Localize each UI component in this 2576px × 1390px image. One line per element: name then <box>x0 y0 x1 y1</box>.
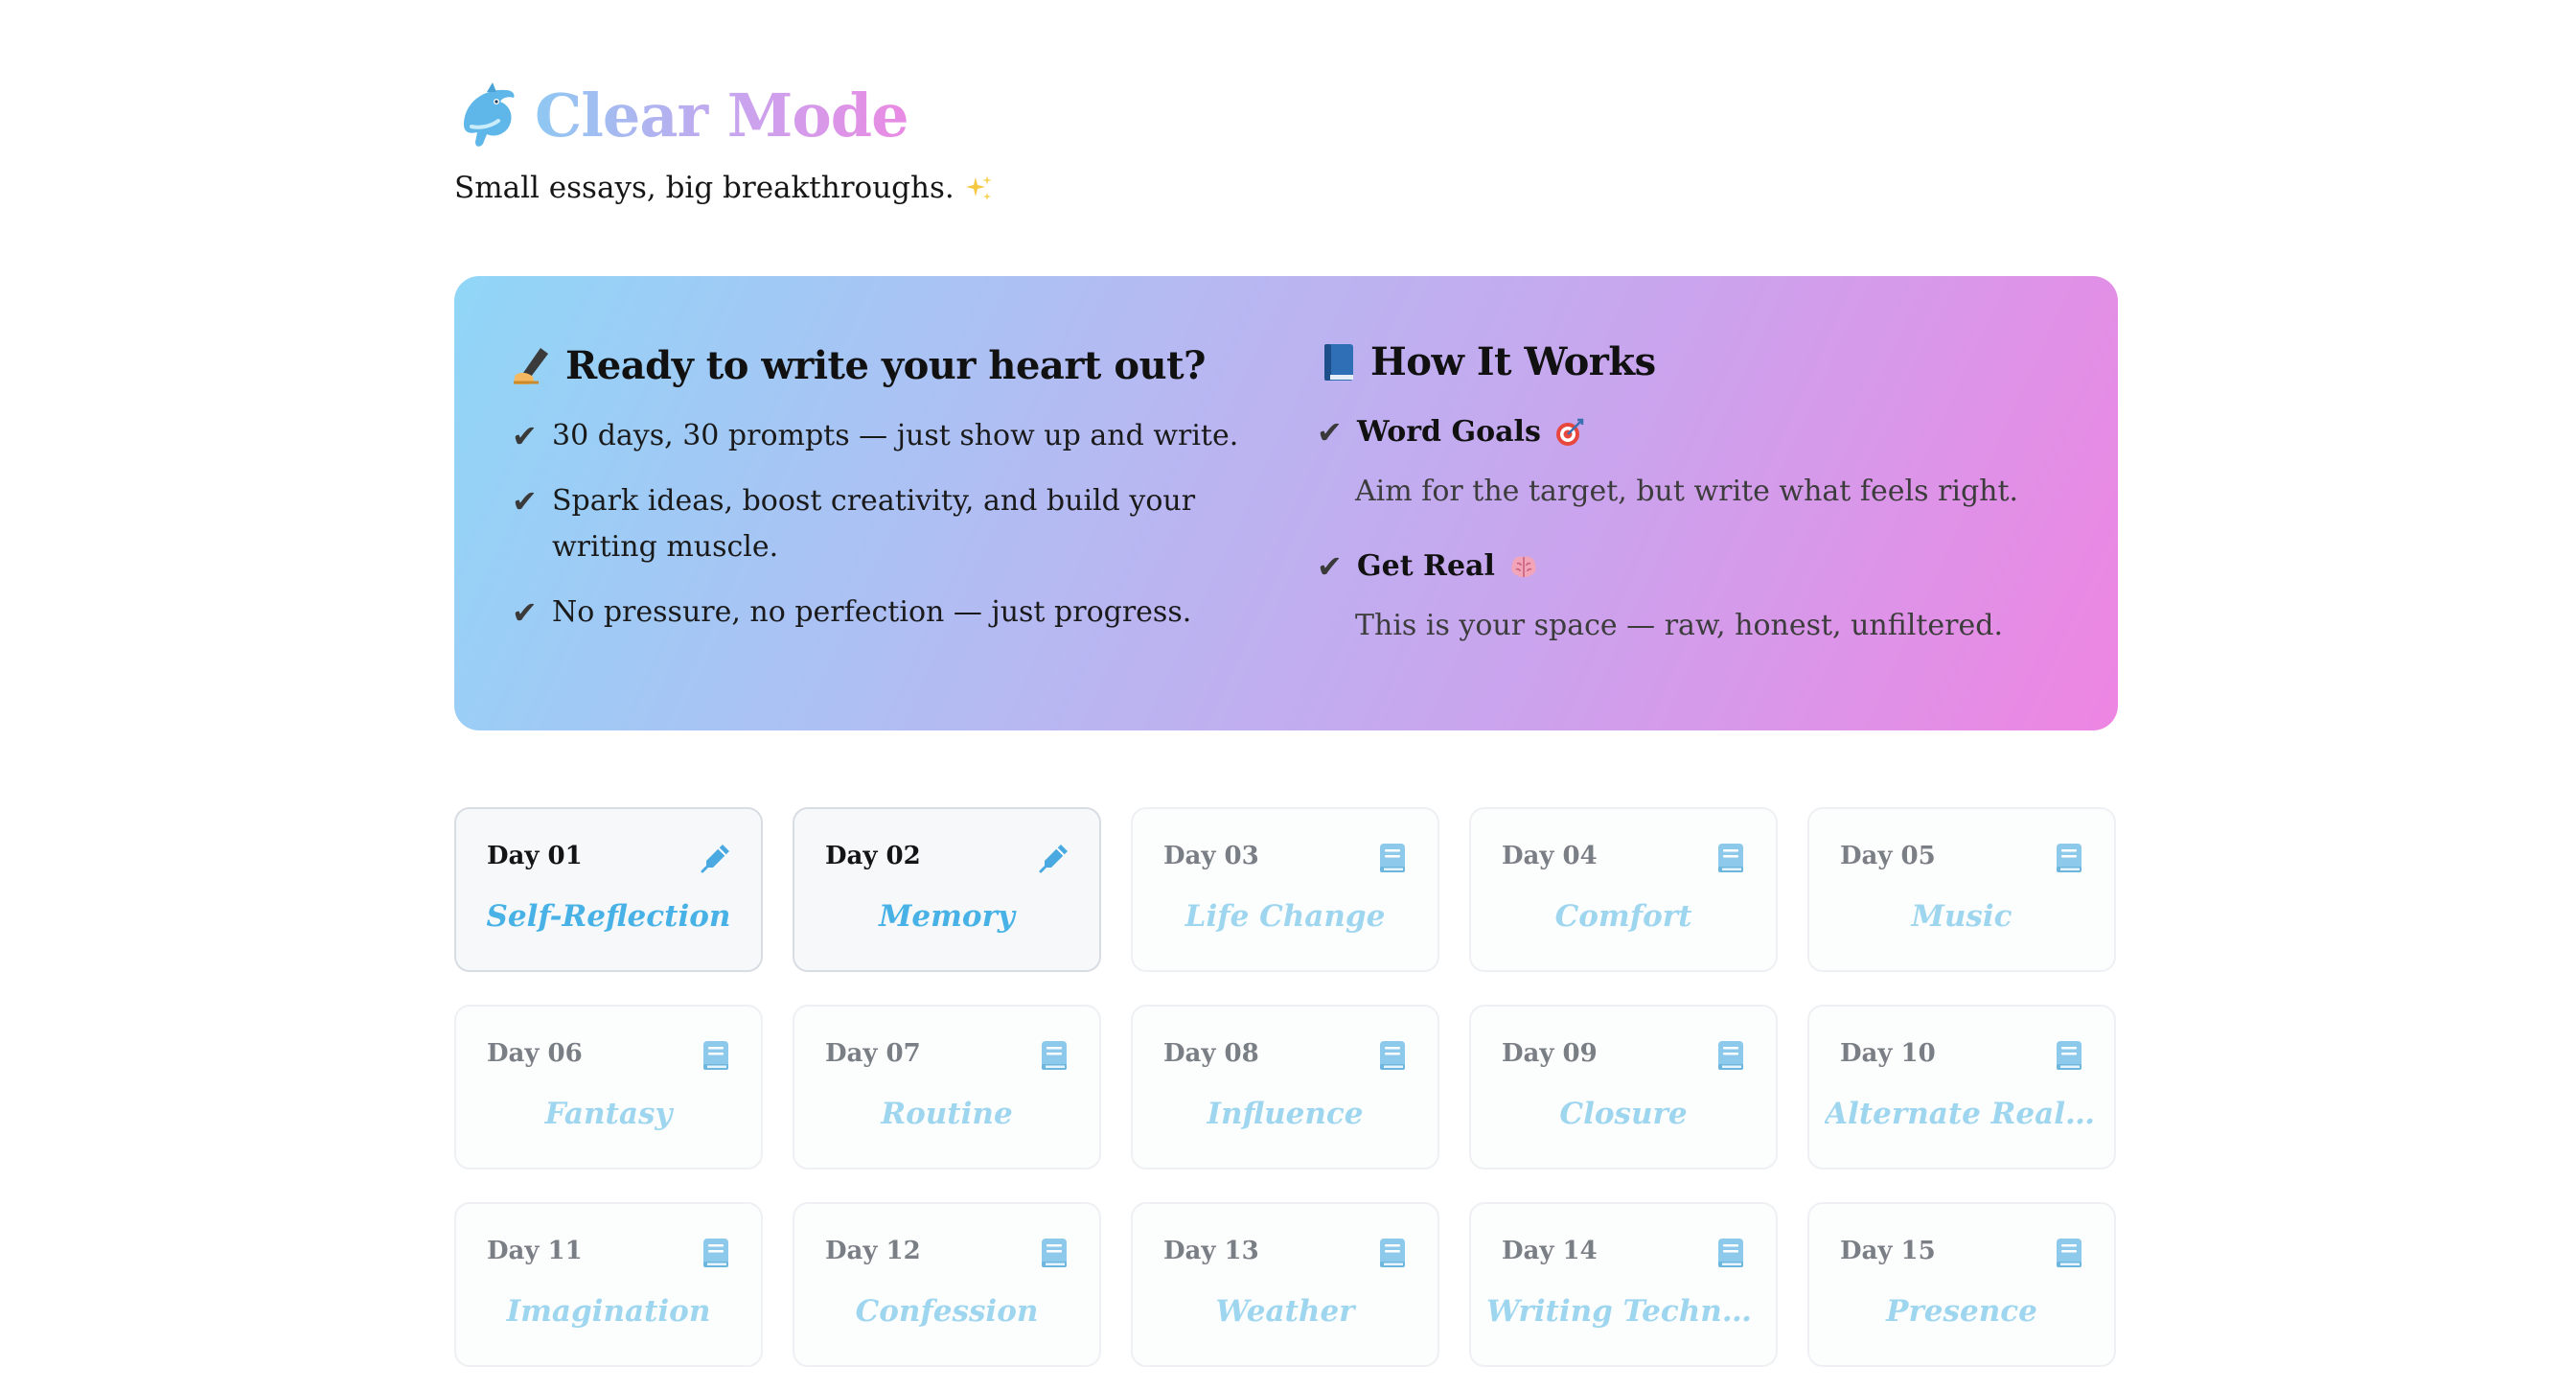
check-icon: ✔ <box>512 418 538 454</box>
day-label: Day 04 <box>1502 842 1598 870</box>
how-item-title: ✔ Word Goals <box>1317 409 2064 455</box>
day-label: Day 15 <box>1840 1237 1936 1265</box>
day-card[interactable]: Day 05 Music <box>1807 807 2116 972</box>
day-card[interactable]: Day 01 Self-Reflection <box>454 807 763 972</box>
day-topic: Weather <box>1215 1294 1355 1329</box>
day-label: Day 05 <box>1840 842 1936 870</box>
how-title: How It Works <box>1370 339 1656 384</box>
intro-item: ✔ No pressure, no perfection — just prog… <box>512 590 1259 636</box>
intro-item: ✔ 30 days, 30 prompts — just show up and… <box>512 413 1259 459</box>
brain-icon <box>1511 556 1536 578</box>
intro-column: Ready to write your heart out? ✔ 30 days… <box>512 343 1259 655</box>
book-icon <box>1714 842 1747 874</box>
day-label: Day 14 <box>1502 1237 1598 1265</box>
day-topic: Confession <box>855 1294 1039 1329</box>
subtitle: Small essays, big breakthroughs. <box>454 171 993 205</box>
day-topic: Closure <box>1559 1097 1688 1131</box>
book-icon <box>1714 1237 1747 1269</box>
book-icon <box>700 1237 732 1269</box>
book-icon <box>1038 1039 1070 1072</box>
book-icon <box>1376 842 1409 874</box>
day-card[interactable]: Day 10 Alternate Reality <box>1807 1005 2116 1170</box>
dolphin-icon <box>464 82 515 147</box>
how-item-desc: Aim for the target, but write what feels… <box>1355 475 2019 508</box>
day-label: Day 03 <box>1163 842 1259 870</box>
target-icon <box>1555 418 1584 446</box>
intro-item-text: 30 days, 30 prompts — just show up and w… <box>552 419 1239 452</box>
intro-item-text: No pressure, no perfection — just progre… <box>552 595 1192 629</box>
book-icon <box>2053 1237 2085 1269</box>
day-card[interactable]: Day 09 Closure <box>1469 1005 1778 1170</box>
subtitle-text: Small essays, big breakthroughs. <box>454 171 954 205</box>
book-icon <box>1038 1237 1070 1269</box>
intro-item-text: Spark ideas, boost creativity, and build… <box>552 484 1196 564</box>
day-card[interactable]: Day 15 Presence <box>1807 1202 2116 1367</box>
day-card[interactable]: Day 07 Routine <box>793 1005 1101 1170</box>
book-icon <box>700 1039 732 1072</box>
day-topic: Routine <box>881 1097 1013 1131</box>
day-label: Day 07 <box>825 1039 921 1068</box>
page: Clear Mode Small essays, big breakthroug… <box>0 0 2576 1390</box>
day-card[interactable]: Day 13 Weather <box>1131 1202 1439 1367</box>
book-icon <box>1376 1039 1409 1072</box>
day-card[interactable]: Day 04 Comfort <box>1469 807 1778 972</box>
check-icon: ✔ <box>512 594 538 631</box>
day-grid: Day 01 Self-Reflection Day 02 Memory Day 03 L… <box>454 807 2118 1367</box>
how-item-label: Word Goals <box>1357 415 1541 449</box>
day-topic: Memory <box>879 899 1015 934</box>
day-label: Day 09 <box>1502 1039 1598 1068</box>
day-label: Day 11 <box>487 1237 583 1265</box>
day-topic: Fantasy <box>544 1097 673 1131</box>
day-card[interactable]: Day 11 Imagination <box>454 1202 763 1367</box>
intro-title: Ready to write your heart out? <box>565 343 1207 388</box>
intro-heading: Ready to write your heart out? <box>512 343 1259 388</box>
sparkles-icon <box>965 175 992 200</box>
header: Clear Mode Small essays, big breakthroug… <box>454 81 993 205</box>
day-card[interactable]: Day 06 Fantasy <box>454 1005 763 1170</box>
check-icon: ✔ <box>512 483 538 520</box>
day-topic: Influence <box>1207 1097 1364 1131</box>
day-label: Day 02 <box>825 842 921 870</box>
title-row: Clear Mode <box>454 81 993 151</box>
day-label: Day 10 <box>1840 1039 1936 1068</box>
day-topic: Self-Reflection <box>486 899 731 934</box>
day-topic: Alternate Reality <box>1825 1097 2099 1131</box>
day-label: Day 01 <box>487 842 583 870</box>
day-label: Day 13 <box>1163 1237 1259 1265</box>
intro-banner: Ready to write your heart out? ✔ 30 days… <box>454 276 2118 730</box>
day-topic: Comfort <box>1554 899 1692 934</box>
day-card[interactable]: Day 12 Confession <box>793 1202 1101 1367</box>
day-card[interactable]: Day 08 Influence <box>1131 1005 1439 1170</box>
pen-icon <box>700 842 732 874</box>
day-topic: Life Change <box>1184 899 1386 934</box>
page-title: Clear Mode <box>535 81 909 151</box>
how-heading: How It Works <box>1317 339 2064 384</box>
blue-book-icon <box>1324 343 1353 381</box>
day-label: Day 12 <box>825 1237 921 1265</box>
day-label: Day 06 <box>487 1039 583 1068</box>
how-item-label: Get Real <box>1357 549 1495 583</box>
how-it-works-column: How It Works ✔ Word Goals Aim for the ta… <box>1317 339 2064 678</box>
intro-item: ✔ Spark ideas, boost creativity, and bui… <box>512 478 1259 570</box>
day-topic: Presence <box>1886 1294 2037 1329</box>
day-card[interactable]: Day 03 Life Change <box>1131 807 1439 972</box>
book-icon <box>2053 1039 2085 1072</box>
day-topic: Music <box>1911 899 2012 934</box>
writing-hand-icon <box>514 347 548 384</box>
how-item-desc: This is your space — raw, honest, unfilt… <box>1355 609 2003 642</box>
how-item-title: ✔ Get Real <box>1317 544 2064 590</box>
day-topic: Writing Techniq... <box>1486 1294 1760 1329</box>
day-card[interactable]: Day 02 Memory <box>793 807 1101 972</box>
book-icon <box>1376 1237 1409 1269</box>
day-topic: Imagination <box>506 1294 711 1329</box>
book-icon <box>2053 842 2085 874</box>
check-icon: ✔ <box>1317 548 1343 585</box>
day-card[interactable]: Day 14 Writing Techniq... <box>1469 1202 1778 1367</box>
day-label: Day 08 <box>1163 1039 1259 1068</box>
check-icon: ✔ <box>1317 414 1343 451</box>
book-icon <box>1714 1039 1747 1072</box>
pen-icon <box>1038 842 1070 874</box>
